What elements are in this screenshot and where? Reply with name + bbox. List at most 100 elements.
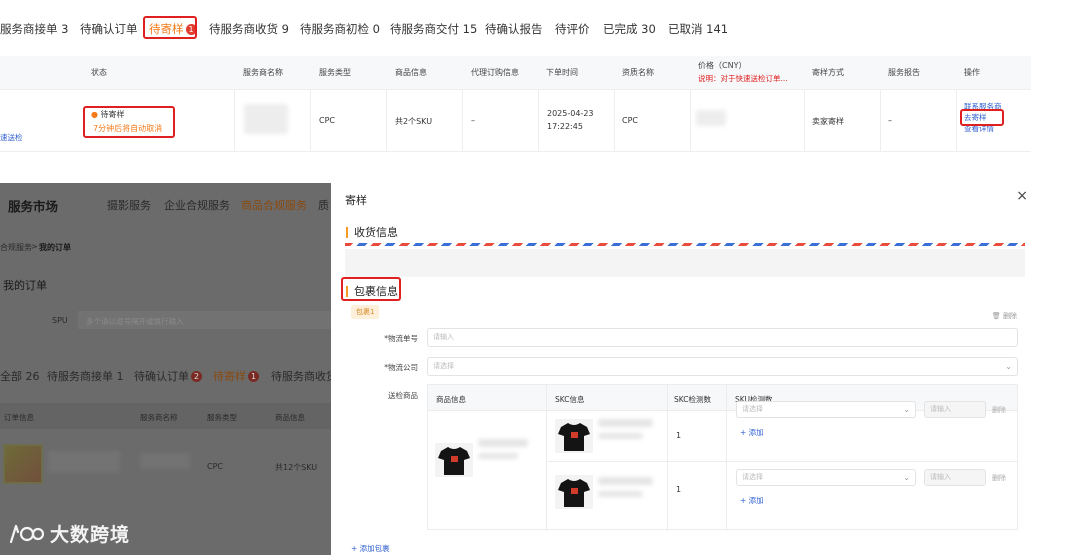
row-status: ● 待寄样 xyxy=(91,109,125,120)
tab-pending-sample[interactable]: 待寄样 1 xyxy=(149,21,197,37)
tab-provider-accept[interactable]: 服务商接单 3 xyxy=(0,21,68,37)
col-price: 价格（CNY） 说明：对于快速送检订单... xyxy=(698,60,788,84)
sku-count-placeholder: 请输入 xyxy=(930,405,951,413)
bg-row-goods: 共12个SKU xyxy=(275,463,318,472)
carrier-select[interactable]: 请选择 ⌄ xyxy=(427,357,1018,376)
nav-more: 质 xyxy=(318,199,329,212)
blurred-provider-name xyxy=(244,104,288,134)
spu-label: SPU xyxy=(52,316,68,325)
row-goods-link[interactable]: 共2个SKU xyxy=(395,116,432,127)
blurred-skc-info xyxy=(598,419,653,427)
col-price-note: 说明：对于快速送检订单... xyxy=(698,74,788,83)
bg-tab-confirm-badge: 2 xyxy=(191,371,202,382)
market-brand: 服务市场 xyxy=(8,199,59,214)
row-agent-order: – xyxy=(471,116,475,125)
row-service-type: CPC xyxy=(319,116,335,125)
ship-sample-link[interactable]: 去寄样 xyxy=(964,112,987,123)
sku-count-input[interactable]: 请输入 xyxy=(924,469,986,486)
ship-sample-modal: 寄样 × 收货信息 包裹信息 包裹1 🗑 删除 *物流单号 请输入 *物流公司 … xyxy=(331,183,1036,555)
col-price-label: 价格（CNY） xyxy=(698,61,747,70)
inspect-goods-label: 送检商品 xyxy=(388,391,418,400)
sku-select[interactable]: 请选择 ⌄ xyxy=(736,401,916,418)
breadcrumb-prev: 合规服务 xyxy=(0,243,32,252)
add-package-button[interactable]: + 添加包裹 xyxy=(351,543,390,554)
sku-select[interactable]: 请选择 ⌄ xyxy=(736,469,916,486)
blurred-skc-info xyxy=(598,433,643,439)
nav-photo: 摄影服务 xyxy=(107,199,151,212)
sku-count-input[interactable]: 请输入 xyxy=(924,401,986,418)
order-status-tabs: 服务商接单 3 待确认订单 待寄样 1 待服务商收货 9 待服务商初检 0 待服务… xyxy=(0,0,1071,56)
nav-enterprise: 企业合规服务 xyxy=(164,199,230,212)
tracking-number-placeholder: 请输入 xyxy=(433,333,454,341)
tab-pending-review[interactable]: 待评价 xyxy=(555,21,590,37)
skc-tshirt-image xyxy=(555,419,593,453)
add-sku-button[interactable]: + 添加 xyxy=(740,427,764,438)
tab-completed[interactable]: 已完成 30 xyxy=(603,21,656,37)
col-status: 状态 xyxy=(91,68,107,77)
sku-count-placeholder: 请输入 xyxy=(930,473,951,481)
row-countdown: 7分钟后将自动取消 xyxy=(93,124,163,133)
col-action: 操作 xyxy=(964,68,980,77)
trash-icon: 🗑 xyxy=(991,312,1003,320)
col-agent-order: 代理订购信息 xyxy=(471,68,519,77)
bg-tab-confirm: 待确认订单 2 xyxy=(134,368,202,384)
bg-tab-receive: 待服务商收货 xyxy=(271,370,331,383)
blurred-goods-name xyxy=(478,439,528,447)
tab-pending-sample-label: 待寄样 xyxy=(149,22,184,36)
receive-info-title: 收货信息 xyxy=(346,227,398,238)
tab-pending-delivery[interactable]: 待服务商交付 15 xyxy=(390,21,477,37)
package-tag: 包裹1 xyxy=(351,305,380,319)
tracking-number-input[interactable]: 请输入 xyxy=(427,328,1018,347)
breadcrumb-current: 我的订单 xyxy=(39,243,71,252)
bg-tab-sample: 待寄样 1 xyxy=(213,368,259,384)
blurred-price xyxy=(696,110,726,126)
bg-col-goods: 商品信息 xyxy=(275,413,305,422)
background-page-overlay: 服务市场 摄影服务 企业合规服务 商品合规服务 质 合规服务 > 我的订单 我的… xyxy=(0,183,331,555)
row-order-date: 2025-04-23 xyxy=(547,109,594,118)
delete-package-button[interactable]: 🗑 删除 xyxy=(992,311,1017,321)
blurred-skc-info xyxy=(598,477,653,485)
bg-col-service: 服务类型 xyxy=(207,413,237,422)
tab-cancelled[interactable]: 已取消 141 xyxy=(668,21,728,37)
fast-check-tag: 速送检 xyxy=(0,133,23,142)
blurred-goods-sub xyxy=(478,453,518,459)
col-ship-method: 寄样方式 xyxy=(812,68,844,77)
bg-tab-all: 全部 26 xyxy=(0,370,40,383)
chevron-down-icon: ⌄ xyxy=(903,405,910,414)
watermark: 大数跨境 xyxy=(8,520,130,547)
sku-col-skc-count: SKC检测数 xyxy=(674,395,712,404)
tab-pending-sample-badge: 1 xyxy=(185,24,197,35)
watermark-logo-icon xyxy=(9,524,44,543)
divider xyxy=(726,385,727,531)
carrier-label: *物流公司 xyxy=(384,363,418,372)
tab-pending-report[interactable]: 待确认报告 xyxy=(485,21,543,37)
tab-pending-receive[interactable]: 待服务商收货 9 xyxy=(209,21,289,37)
remove-sku-button[interactable]: 删除 xyxy=(992,405,1006,415)
bg-tab-accept: 待服务商接单 1 xyxy=(47,370,124,383)
col-goods: 商品信息 xyxy=(395,68,427,77)
breadcrumb-sep: > xyxy=(31,242,38,251)
sku-col-goods: 商品信息 xyxy=(436,395,466,404)
my-orders-title: 我的订单 xyxy=(3,279,47,292)
product-thumbnail xyxy=(3,444,43,484)
add-sku-button[interactable]: + 添加 xyxy=(740,495,764,506)
skc-tshirt-image xyxy=(555,475,593,509)
col-report: 服务报告 xyxy=(888,68,920,77)
bg-row-service: CPC xyxy=(207,462,223,471)
chevron-down-icon: ⌄ xyxy=(1005,362,1012,371)
row-order-time: 17:22:45 xyxy=(547,122,583,131)
bg-col-order: 订单信息 xyxy=(4,413,34,422)
nav-product-compliance: 商品合规服务 xyxy=(241,199,307,212)
blurred-order-info xyxy=(48,451,120,473)
contact-provider-link[interactable]: 联系服务商 xyxy=(964,101,1002,112)
remove-sku-button[interactable]: 删除 xyxy=(992,473,1006,483)
sku-select-placeholder: 请选择 xyxy=(742,473,763,481)
row-status-label: 待寄样 xyxy=(100,110,125,119)
tab-pending-initial-check[interactable]: 待服务商初检 0 xyxy=(300,21,380,37)
blurred-skc-info xyxy=(598,491,643,497)
view-detail-link[interactable]: 查看详情 xyxy=(964,123,994,134)
close-icon[interactable]: × xyxy=(1016,188,1028,204)
divider xyxy=(546,385,547,531)
tab-pending-confirm[interactable]: 待确认订单 xyxy=(80,21,138,37)
sku-table: 商品信息 SKC信息 SKC检测数 SKU检测数 1 请选择 ⌄ 请输入 删除 +… xyxy=(427,384,1018,531)
